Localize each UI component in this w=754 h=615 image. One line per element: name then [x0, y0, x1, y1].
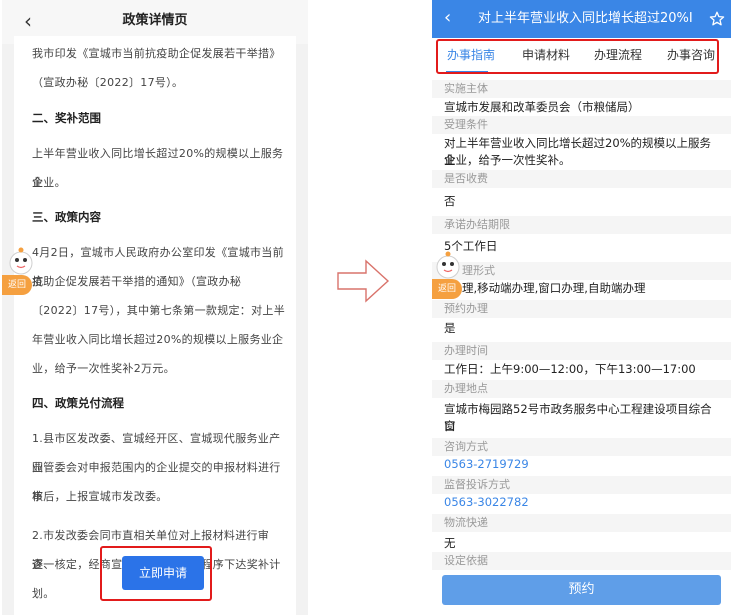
policy-text-line: 业，给予一次性奖补2万元。: [32, 362, 175, 375]
field-value-office-hours: 工作日：上午9:00—12:00，下午13:00—17:00: [444, 362, 696, 376]
field-label-conditions: 受理条件: [444, 118, 488, 131]
field-value-deadline: 5个工作日: [444, 239, 498, 253]
star-icon[interactable]: [709, 11, 725, 27]
field-label-fee: 是否收费: [444, 172, 488, 185]
field-value-delivery: 无: [444, 536, 456, 550]
field-value-appointment: 是: [444, 321, 456, 335]
service-title-suffix: I: [688, 11, 693, 26]
field-value-fee: 否: [444, 194, 456, 208]
mascot-icon: [436, 251, 460, 279]
field-label-delivery: 物流快递: [444, 516, 488, 529]
field-value-handling-form: 理,移动端办理,窗口办理,自助端办理: [462, 281, 646, 295]
consultation-phone-link[interactable]: 0563-2719729: [444, 456, 722, 473]
highlight-box: [100, 546, 212, 601]
service-title: 对上半年营业收入同比增长超过20%I: [478, 9, 704, 29]
policy-content-card: 我市印发《宣城市当前抗疫助企促发展若干举措》 （宣政办秘〔2022〕17号）。 …: [14, 36, 296, 615]
mascot-icon: [9, 247, 33, 275]
highlight-box: [436, 39, 719, 74]
field-label-consultation-phone: 咨询方式: [444, 440, 488, 453]
field-label-complaint-phone: 监督投诉方式: [444, 478, 510, 491]
section-heading: 三、政策内容: [32, 210, 101, 224]
return-float-button[interactable]: 返回: [432, 279, 462, 299]
field-label-appointment: 预约办理: [444, 302, 488, 315]
right-header: ‹ 对上半年营业收入同比增长超过20%I: [432, 0, 731, 38]
field-label-office-hours: 办理时间: [444, 344, 488, 357]
arrow-right-icon: [337, 259, 390, 303]
policy-text-line: 年营业收入同比增长超过20%的规模以上服务业企: [32, 333, 284, 346]
field-label-deadline: 承诺办结期限: [444, 218, 510, 231]
policy-detail-screen: ‹ 政策详情页 我市印发《宣城市当前抗疫助企促发展若干举措》 （宣政办秘〔202…: [2, 0, 308, 615]
field-label-handling-form: 理形式: [462, 264, 495, 277]
policy-text-line: 我市印发《宣城市当前抗疫助企促发展若干举措》: [32, 47, 281, 60]
field-value-implementing-body: 宣城市发展和改革委员会（市粮储局）: [444, 100, 640, 114]
policy-text-line: 核后，上报宣城市发改委。: [32, 490, 168, 503]
reserve-button[interactable]: 预约: [442, 575, 721, 605]
complaint-phone-link[interactable]: 0563-3022782: [444, 494, 722, 511]
field-label-legal-basis: 设定依据: [444, 554, 488, 567]
service-guide-screen: ‹ 对上半年营业收入同比增长超过20%I 办事指南 申请材料 办理流程 办事咨询…: [432, 0, 731, 615]
service-title-text: 对上半年营业收入同比增长超过20%: [478, 11, 689, 26]
policy-text-line: 疫助企促发展若干举措的通知》（宣政办秘: [32, 275, 242, 288]
policy-text-line: 〔2022〕17号），其中第七条第一款规定：对上半: [32, 304, 285, 317]
field-label-location: 办理地点: [444, 382, 488, 395]
page-title: 政策详情页: [122, 13, 188, 28]
policy-text-line: 企业。: [32, 176, 66, 189]
field-value-location: 口: [444, 419, 456, 433]
return-float-button[interactable]: 返回: [2, 275, 32, 295]
policy-text-line: （宣政办秘〔2022〕17号）。: [32, 76, 184, 89]
field-value-conditions: 企业，给予一次性奖补。: [444, 153, 571, 167]
section-heading: 二、奖补范围: [32, 111, 101, 125]
back-icon[interactable]: ‹: [444, 6, 451, 30]
section-heading: 四、政策兑付流程: [32, 396, 124, 410]
field-label-implementing-body: 实施主体: [444, 82, 488, 95]
